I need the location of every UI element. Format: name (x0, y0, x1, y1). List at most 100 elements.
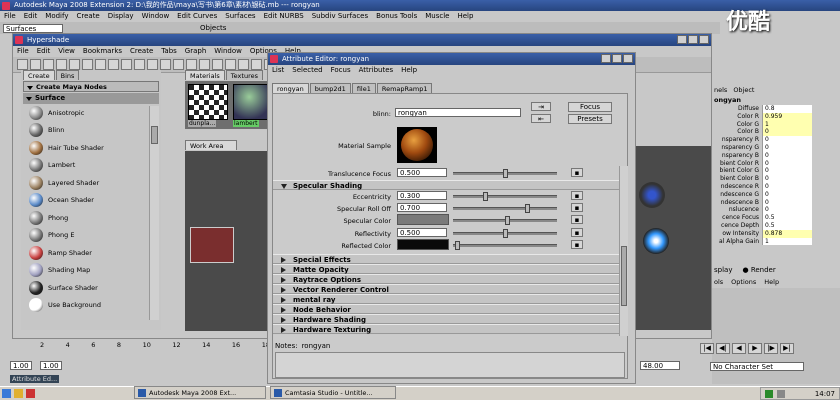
toolbar-tool-icon[interactable] (199, 59, 210, 70)
toolbar-tool-icon[interactable] (173, 59, 184, 70)
channel-row[interactable]: bient Color R0 (712, 159, 812, 168)
attr-menu-focus[interactable]: Focus (331, 65, 351, 76)
toolbar-tool-icon[interactable] (108, 59, 119, 70)
notes-textarea[interactable] (275, 352, 625, 378)
specular-rolloff-slider[interactable] (453, 204, 557, 213)
end-frame-field[interactable]: 48.00 (640, 361, 680, 370)
surface-header[interactable]: Surface (23, 93, 159, 104)
media-icon[interactable] (26, 389, 35, 398)
display-tab[interactable]: splay (714, 266, 732, 274)
specular-rolloff-field[interactable]: 0.700 (397, 203, 447, 212)
attr-menu-help[interactable]: Help (401, 65, 417, 76)
attr-menu-list[interactable]: List (272, 65, 284, 76)
blinn-name-field[interactable]: rongyan (395, 108, 521, 117)
maya-menu-bonus-tools[interactable]: Bonus Tools (376, 11, 417, 22)
tray-icon[interactable] (777, 390, 785, 398)
node-ramp-shader[interactable]: Ramp Shader (23, 244, 159, 262)
section-matte-opacity[interactable]: Matte Opacity (273, 264, 621, 274)
map-button[interactable]: ▪ (571, 215, 583, 224)
close-icon[interactable] (699, 35, 709, 44)
maya-menu-help[interactable]: Help (457, 11, 473, 22)
hypershade-menu-tabs[interactable]: Tabs (161, 46, 177, 57)
layer-menu-item[interactable]: ols (714, 278, 723, 286)
channel-value[interactable]: 1 (762, 120, 812, 129)
slider-thumb[interactable] (525, 204, 530, 213)
checker-swatch[interactable] (188, 84, 228, 120)
channel-row[interactable]: cence Focus 0.5 (712, 214, 812, 222)
channel-value[interactable]: 0 (762, 182, 812, 191)
node-cluster-icon[interactable] (639, 182, 665, 208)
node-layered-shader[interactable]: Layered Shader (23, 174, 159, 192)
map-button[interactable]: ▪ (571, 240, 583, 249)
node-shading-map[interactable]: Shading Map (23, 262, 159, 280)
taskbar-camtasia-button[interactable]: Camtasia Studio - Untitle... (270, 386, 396, 399)
channel-row[interactable]: Color R 0.959 (712, 112, 812, 121)
step-forward-button[interactable]: |▶ (764, 343, 778, 354)
tab-bins[interactable]: Bins (55, 70, 80, 80)
maya-menu-display[interactable]: Display (108, 11, 134, 22)
minimize-icon[interactable] (601, 54, 611, 63)
node-phong[interactable]: Phong (23, 209, 159, 227)
section-special-effects[interactable]: Special Effects (273, 254, 621, 264)
channel-value[interactable]: 0 (762, 167, 812, 176)
slider-thumb[interactable] (503, 169, 508, 178)
tab-bump2d1[interactable]: bump2d1 (309, 83, 351, 93)
channel-value[interactable]: 0 (762, 206, 812, 215)
node-phong-e[interactable]: Phong E (23, 227, 159, 245)
tab-remapramp1[interactable]: RemapRamp1 (376, 83, 433, 93)
node-anisotropic[interactable]: Anisotropic (23, 104, 159, 122)
node-ocean-shader[interactable]: Ocean Shader (23, 192, 159, 210)
hypershade-menu-file[interactable]: File (17, 46, 29, 57)
channel-row[interactable]: Color G1 (712, 120, 812, 129)
channel-row[interactable]: ndescence B0 (712, 198, 812, 207)
channel-value[interactable]: 0.959 (762, 112, 812, 121)
channel-row[interactable]: ndescence G0 (712, 190, 812, 199)
maya-menu-window[interactable]: Window (142, 11, 170, 22)
file-node-swatch[interactable] (190, 227, 234, 263)
channel-row[interactable]: ow Intensity 0.878 (712, 229, 812, 238)
play-button[interactable]: ▶ (748, 343, 762, 354)
channel-row[interactable]: al Alpha Gain 1 (712, 237, 812, 246)
map-button[interactable]: ▪ (571, 168, 583, 177)
toolbar-tool-icon[interactable] (69, 59, 80, 70)
toolbar-tool-icon[interactable] (56, 59, 67, 70)
toolbar-tool-icon[interactable] (212, 59, 223, 70)
toolbar-tool-icon[interactable] (95, 59, 106, 70)
toolbar-tool-icon[interactable] (147, 59, 158, 70)
channel-value[interactable]: 0.5 (762, 214, 812, 222)
channel-value[interactable]: 0 (762, 151, 812, 160)
focus-button[interactable]: Focus (568, 102, 612, 112)
channel-value[interactable]: 0 (762, 190, 812, 199)
toolbar-tool-icon[interactable] (43, 59, 54, 70)
maya-menu-muscle[interactable]: Muscle (425, 11, 449, 22)
node-swatch-icon[interactable] (643, 228, 669, 254)
rewind-button[interactable]: |◀ (700, 343, 714, 354)
section-hardware-texturing[interactable]: Hardware Texturing (273, 324, 621, 334)
time-ticks[interactable]: 2 4 6 8 10 12 14 16 18 (40, 341, 270, 353)
eccentricity-slider[interactable] (453, 192, 557, 201)
channel-row[interactable]: ndescence R0 (712, 182, 812, 191)
tab-work-area[interactable]: Work Area (185, 140, 237, 150)
maximize-icon[interactable] (612, 54, 622, 63)
maya-menu-surfaces[interactable]: Surfaces (225, 11, 255, 22)
channel-value[interactable]: 0 (762, 143, 812, 152)
shelf-mode-dropdown[interactable]: Surfaces (3, 24, 63, 33)
reflected-color-slider[interactable] (453, 241, 557, 250)
play-back-button[interactable]: ◀ (732, 343, 746, 354)
node-list-scrollbar[interactable] (149, 106, 159, 320)
maya-menu-modify[interactable]: Modify (45, 11, 68, 22)
tab-create[interactable]: Create (23, 70, 55, 80)
channel-value[interactable]: 0.5 (762, 221, 812, 230)
maya-menu-edit-nurbs[interactable]: Edit NURBS (264, 11, 304, 22)
map-button[interactable]: ▪ (571, 228, 583, 237)
section-node-behavior[interactable]: Node Behavior (273, 304, 621, 314)
tab-textures[interactable]: Textures (225, 70, 263, 80)
attr-menu-attributes[interactable]: Attributes (359, 65, 394, 76)
translucence-focus-slider[interactable] (453, 169, 557, 178)
maya-menu-create[interactable]: Create (76, 11, 99, 22)
toolbar-tool-icon[interactable] (160, 59, 171, 70)
reflectivity-field[interactable]: 0.500 (397, 228, 447, 237)
node-use-background[interactable]: Use Background (23, 297, 159, 315)
channel-value[interactable]: 0 (762, 136, 812, 144)
toolbar-tool-icon[interactable] (121, 59, 132, 70)
